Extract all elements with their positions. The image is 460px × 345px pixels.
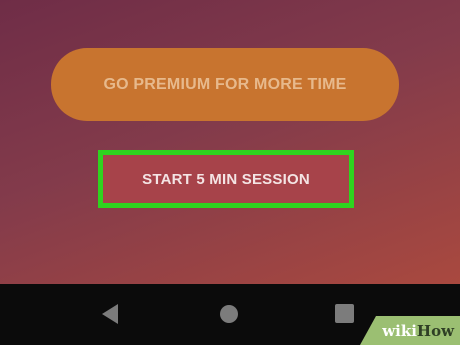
watermark-wiki: wiki xyxy=(382,321,417,340)
go-premium-label: GO PREMIUM FOR MORE TIME xyxy=(103,75,347,93)
app-screen: GO PREMIUM FOR MORE TIME START 5 MIN SES… xyxy=(0,0,460,284)
back-icon[interactable] xyxy=(102,304,118,324)
start-session-button[interactable]: START 5 MIN SESSION xyxy=(98,150,354,208)
go-premium-button[interactable]: GO PREMIUM FOR MORE TIME xyxy=(51,48,399,121)
recents-icon[interactable] xyxy=(335,304,354,323)
start-session-label: START 5 MIN SESSION xyxy=(142,170,310,188)
home-icon[interactable] xyxy=(220,305,238,323)
watermark-how: How xyxy=(416,321,454,340)
wikihow-watermark: wiki How xyxy=(360,316,460,345)
